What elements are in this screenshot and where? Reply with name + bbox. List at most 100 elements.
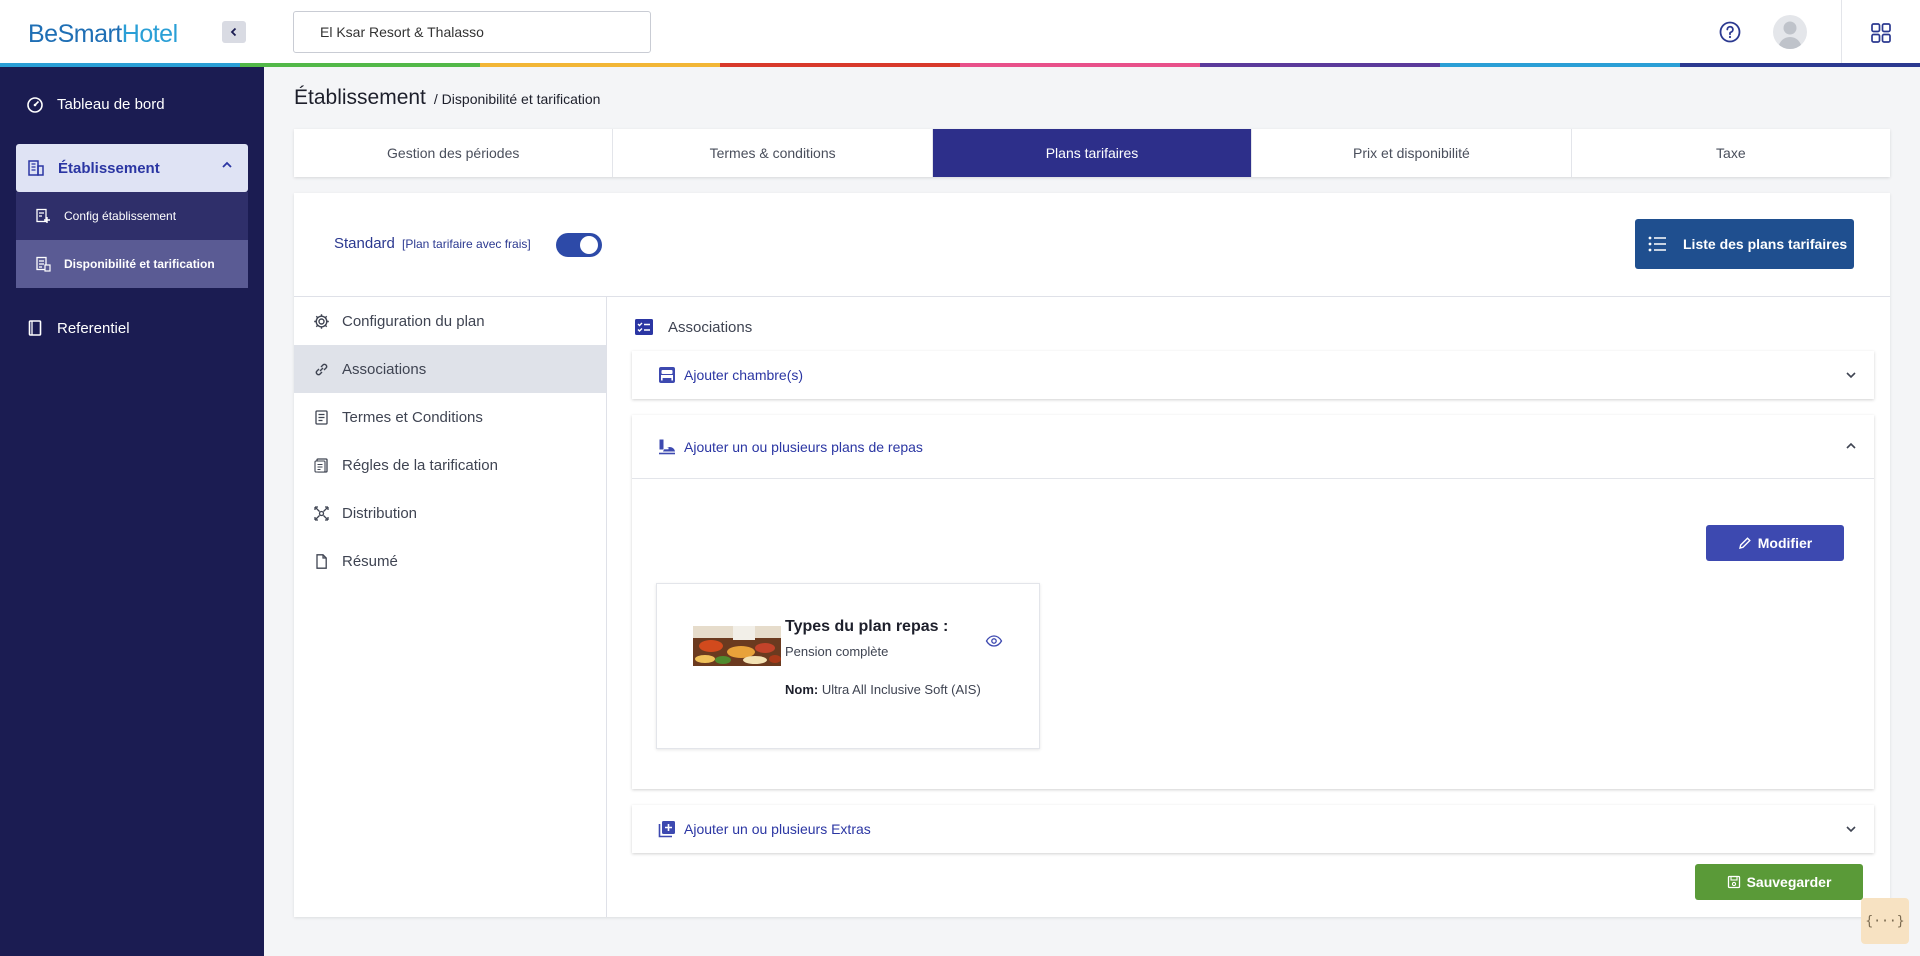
gauge-icon (25, 94, 45, 114)
link-icon (312, 360, 330, 378)
color-stripe-segment (1680, 63, 1920, 67)
tab-prix-disponibilite[interactable]: Prix et disponibilité (1252, 129, 1572, 177)
menu-item-label: Associations (342, 360, 427, 378)
breadcrumb-current: / Disponibilité et tarification (433, 91, 601, 107)
tab-plans-tarifaires[interactable]: Plans tarifaires (932, 129, 1253, 177)
bed-icon (658, 366, 676, 384)
eye-icon[interactable] (985, 634, 1003, 648)
menu-item-label: Configuration du plan (342, 312, 485, 330)
tab-termes-conditions[interactable]: Termes & conditions (613, 129, 933, 177)
color-stripe-segment (480, 63, 720, 67)
json-viewer-widget[interactable]: {···} (1861, 898, 1909, 944)
color-stripe-segment (720, 63, 960, 67)
menu-item-label: Résumé (342, 552, 398, 570)
brand-area: BeSmartHotel (0, 0, 264, 66)
chevron-down-icon (1846, 372, 1856, 379)
sidebar-collapse-button[interactable] (222, 21, 246, 43)
accordion-rooms-header[interactable]: Ajouter chambre(s) (632, 351, 1874, 399)
menu-item-regles[interactable]: Régles de la tarification (294, 441, 606, 489)
rate-plan-panel: Standard [Plan tarifaire avec frais] Lis… (294, 193, 1890, 917)
tab-bar: Gestion des périodes Termes & conditions… (294, 129, 1890, 177)
sidebar-subitem-config[interactable]: Config établissement (16, 192, 248, 240)
menu-item-resume[interactable]: Résumé (294, 537, 606, 585)
sidebar-item-label: Établissement (58, 159, 160, 177)
save-icon (1727, 875, 1740, 889)
color-stripe (0, 63, 1920, 67)
tab-gestion-periodes[interactable]: Gestion des périodes (294, 129, 614, 177)
sidebar-item-tableau-de-bord[interactable]: Tableau de bord (0, 81, 264, 127)
page-title: Établissement (294, 86, 426, 109)
tab-taxe[interactable]: Taxe (1572, 129, 1890, 177)
associations-header: Associations (634, 318, 752, 336)
sidebar: BeSmartHotel Tableau de bord Établisseme… (0, 0, 264, 956)
sidebar-subitem-label: Config établissement (64, 209, 177, 223)
color-stripe-segment (1440, 63, 1680, 67)
sidebar-item-label: Tableau de bord (57, 95, 165, 113)
topbar-divider (1841, 0, 1842, 66)
book-icon (25, 318, 45, 338)
list-rate-plans-button[interactable]: Liste des plans tarifaires (1635, 219, 1854, 269)
sidebar-item-label: Referentiel (57, 319, 130, 337)
accordion-meal-plans: Ajouter un ou plusieurs plans de repas M… (632, 415, 1874, 789)
accordion-extras-label: Ajouter un ou plusieurs Extras (684, 821, 871, 837)
building-icon (26, 158, 46, 178)
sidebar-item-etablissement[interactable]: Établissement (16, 144, 248, 192)
accordion-rooms-label: Ajouter chambre(s) (684, 367, 804, 383)
gear-icon (312, 312, 330, 330)
avatar[interactable] (1773, 15, 1807, 49)
hotel-select[interactable]: El Ksar Resort & Thalasso (293, 11, 651, 53)
meal-plan-card: Types du plan repas : Pension complète N… (656, 583, 1040, 749)
distribution-icon (312, 504, 330, 522)
add-extra-icon (658, 820, 676, 838)
color-stripe-segment (0, 63, 240, 67)
rules-icon (312, 456, 330, 474)
menu-item-associations[interactable]: Associations (294, 345, 606, 393)
list-rate-plans-label: Liste des plans tarifaires (1683, 236, 1848, 252)
sidebar-item-referentiel[interactable]: Referentiel (0, 305, 264, 351)
meal-type-value: Pension complète (785, 644, 889, 659)
plan-active-toggle[interactable] (556, 233, 602, 257)
modify-button-label: Modifier (1757, 535, 1813, 551)
plan-name: Standard (334, 235, 395, 252)
plan-sections-menu: Configuration du plan Associations Terme… (294, 297, 607, 917)
sidebar-subitem-label: Disponibilité et tarification (64, 257, 215, 271)
checklist-icon (634, 318, 654, 336)
accordion-extras: Ajouter un ou plusieurs Extras (632, 805, 1874, 853)
menu-item-label: Termes et Conditions (342, 408, 483, 426)
meal-plan-image (693, 626, 781, 666)
accordion-extras-header[interactable]: Ajouter un ou plusieurs Extras (632, 805, 1874, 853)
color-stripe-segment (1200, 63, 1440, 67)
menu-item-label: Régles de la tarification (342, 456, 498, 474)
pencil-icon (1738, 537, 1751, 549)
accordion-meals-label: Ajouter un ou plusieurs plans de repas (684, 438, 923, 455)
meal-type-title: Types du plan repas : (785, 618, 949, 635)
chevron-left-icon (230, 27, 237, 37)
menu-item-configuration[interactable]: Configuration du plan (294, 297, 606, 345)
chevron-up-icon (222, 161, 232, 168)
config-doc-icon (34, 207, 52, 225)
help-icon[interactable] (1718, 20, 1742, 44)
meal-name-label: Nom: (785, 682, 819, 697)
apps-grid-icon[interactable] (1870, 22, 1892, 44)
plan-header: Standard [Plan tarifaire avec frais] Lis… (294, 193, 1890, 297)
menu-item-termes[interactable]: Termes et Conditions (294, 393, 606, 441)
save-button-label: Sauvegarder (1746, 874, 1832, 890)
plan-note: [Plan tarifaire avec frais] (402, 237, 531, 251)
save-button[interactable]: Sauvegarder (1695, 864, 1863, 900)
file-icon (312, 552, 330, 570)
logo: BeSmartHotel (28, 20, 178, 48)
pricing-doc-icon (34, 255, 52, 273)
sidebar-subitem-disponibilite[interactable]: Disponibilité et tarification (16, 240, 248, 288)
chevron-up-icon (1846, 442, 1856, 449)
topbar: El Ksar Resort & Thalasso (264, 0, 1920, 66)
user-avatar-icon (1778, 21, 1802, 49)
accordion-rooms: Ajouter chambre(s) (632, 351, 1874, 399)
breadcrumb: Établissement / Disponibilité et tarific… (294, 86, 600, 110)
accordion-meals-header[interactable]: Ajouter un ou plusieurs plans de repas (632, 415, 1874, 479)
menu-item-distribution[interactable]: Distribution (294, 489, 606, 537)
modify-button[interactable]: Modifier (1706, 525, 1844, 561)
meal-plan-icon (658, 438, 676, 456)
menu-item-label: Distribution (342, 504, 418, 522)
color-stripe-segment (240, 63, 480, 67)
meal-name: Nom: Ultra All Inclusive Soft (AIS) (785, 682, 981, 697)
